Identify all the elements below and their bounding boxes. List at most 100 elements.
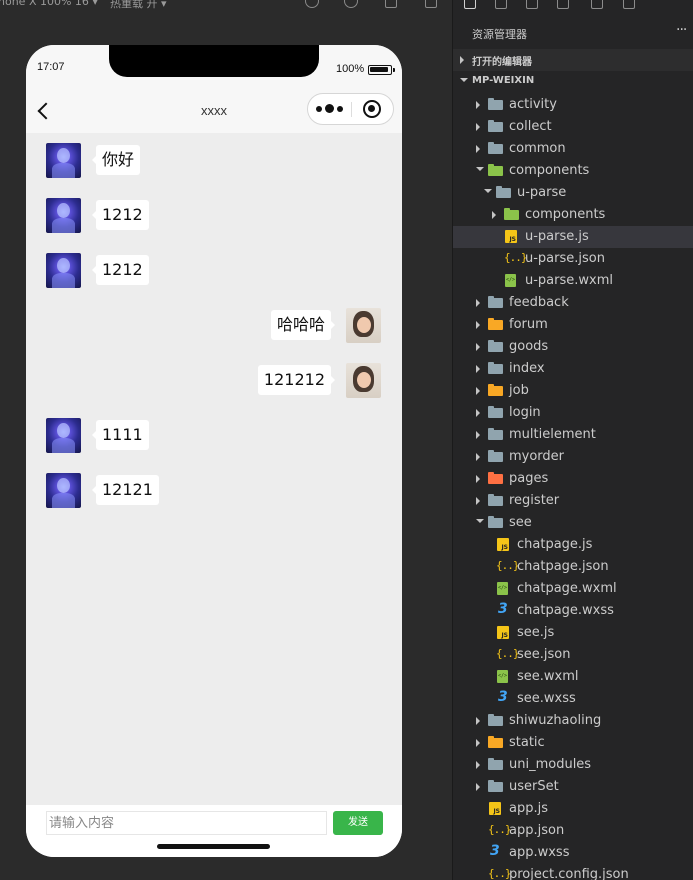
refresh-icon[interactable]	[305, 0, 319, 8]
chevron-right-icon[interactable]	[476, 299, 480, 307]
friend-avatar[interactable]	[46, 418, 81, 453]
message-bubble[interactable]: 12121	[92, 475, 159, 505]
tree-folder[interactable]: uni_modules	[453, 754, 693, 776]
chat-message-list[interactable]: 你好 1212 1212 哈哈哈 121212 1111 12121	[26, 133, 402, 805]
cloud-icon[interactable]	[623, 0, 635, 9]
chevron-right-icon[interactable]	[492, 211, 496, 219]
tree-file[interactable]: app.wxss	[453, 842, 693, 864]
tree-file[interactable]: u-parse.wxml	[453, 270, 693, 292]
tree-file[interactable]: see.js	[453, 622, 693, 644]
chevron-right-icon[interactable]	[476, 365, 480, 373]
hot-reload-toggle[interactable]: 热重载 开 ▾	[110, 0, 167, 11]
chevron-right-icon[interactable]	[476, 321, 480, 329]
tree-file[interactable]: app.js	[453, 798, 693, 820]
message-bubble[interactable]: 121212	[257, 365, 336, 395]
my-avatar[interactable]	[346, 308, 381, 343]
friend-avatar[interactable]	[46, 473, 81, 508]
tree-folder[interactable]: components	[453, 160, 693, 182]
tree-file[interactable]: chatpage.wxml	[453, 578, 693, 600]
phone-frame: 17:07 100% xxxx 你好 1212 1212 哈哈哈 121212 1111 1…	[26, 45, 402, 857]
phone-notch	[109, 45, 319, 77]
folder-icon	[504, 208, 519, 221]
tree-folder[interactable]: index	[453, 358, 693, 380]
folder-icon	[488, 340, 503, 353]
tree-folder[interactable]: feedback	[453, 292, 693, 314]
chevron-right-icon[interactable]	[476, 739, 480, 747]
tree-folder[interactable]: myorder	[453, 446, 693, 468]
more-actions-icon[interactable]: ···	[676, 22, 687, 38]
tree-file[interactable]: u-parse.json	[453, 248, 693, 270]
tree-folder[interactable]: static	[453, 732, 693, 754]
tree-folder[interactable]: pages	[453, 468, 693, 490]
tree-folder[interactable]: common	[453, 138, 693, 160]
tree-file[interactable]: see.wxss	[453, 688, 693, 710]
more-dots-icon[interactable]	[316, 103, 346, 115]
friend-avatar[interactable]	[46, 143, 81, 178]
section-open-editors[interactable]: 打开的编辑器	[453, 49, 693, 71]
tree-item-label: chatpage.js	[517, 537, 593, 552]
message-bubble[interactable]: 1111	[92, 420, 149, 450]
tree-folder[interactable]: collect	[453, 116, 693, 138]
tree-file[interactable]: u-parse.js	[453, 226, 693, 248]
chevron-down-icon[interactable]	[476, 167, 484, 171]
chevron-right-icon[interactable]	[476, 783, 480, 791]
chevron-right-icon[interactable]	[476, 387, 480, 395]
tree-folder[interactable]: job	[453, 380, 693, 402]
chevron-right-icon[interactable]	[476, 453, 480, 461]
chevron-right-icon[interactable]	[476, 717, 480, 725]
explorer-files-icon[interactable]	[464, 0, 476, 9]
chevron-right-icon[interactable]	[476, 409, 480, 417]
extensions-icon[interactable]	[557, 0, 569, 9]
stop-icon[interactable]	[344, 0, 358, 8]
tree-folder[interactable]: goods	[453, 336, 693, 358]
chevron-right-icon[interactable]	[476, 343, 480, 351]
chevron-down-icon[interactable]	[476, 519, 484, 523]
tree-folder[interactable]: login	[453, 402, 693, 424]
section-project[interactable]: MP-WEIXIN	[453, 71, 693, 93]
close-miniprogram-icon[interactable]	[363, 100, 381, 118]
tree-file[interactable]: chatpage.wxss	[453, 600, 693, 622]
tree-file[interactable]: chatpage.json	[453, 556, 693, 578]
chevron-right-icon[interactable]	[476, 101, 480, 109]
message-bubble[interactable]: 你好	[91, 145, 141, 175]
folder-icon	[488, 472, 503, 485]
chevron-right-icon[interactable]	[476, 431, 480, 439]
tree-folder[interactable]: userSet	[453, 776, 693, 798]
friend-avatar[interactable]	[46, 198, 81, 233]
source-control-icon[interactable]	[526, 0, 538, 9]
tree-folder[interactable]: components	[453, 204, 693, 226]
tree-file[interactable]: app.json	[453, 820, 693, 842]
tree-folder[interactable]: see	[453, 512, 693, 534]
tree-folder[interactable]: multielement	[453, 424, 693, 446]
tree-folder[interactable]: activity	[453, 94, 693, 116]
message-bubble[interactable]: 哈哈哈	[270, 310, 336, 340]
message-bubble[interactable]: 1212	[92, 255, 149, 285]
chevron-right-icon[interactable]	[476, 475, 480, 483]
tree-item-label: u-parse.wxml	[525, 273, 613, 288]
tree-file[interactable]: project.config.json	[453, 864, 693, 880]
tree-file[interactable]: see.json	[453, 644, 693, 666]
chevron-right-icon[interactable]	[476, 145, 480, 153]
tree-folder[interactable]: shiwuzhaoling	[453, 710, 693, 732]
device-selector[interactable]: hone X 100% 16 ▾	[0, 0, 98, 8]
tree-file[interactable]: see.wxml	[453, 666, 693, 688]
tree-folder[interactable]: register	[453, 490, 693, 512]
tree-folder[interactable]: u-parse	[453, 182, 693, 204]
tree-folder[interactable]: forum	[453, 314, 693, 336]
phone-icon[interactable]	[385, 0, 397, 8]
chevron-right-icon[interactable]	[476, 123, 480, 131]
window-icon[interactable]	[425, 0, 437, 8]
search-icon[interactable]	[495, 0, 507, 9]
my-avatar[interactable]	[346, 363, 381, 398]
tree-file[interactable]: chatpage.js	[453, 534, 693, 556]
folder-icon	[488, 736, 503, 749]
friend-avatar[interactable]	[46, 253, 81, 288]
js-file-icon	[497, 626, 509, 639]
message-bubble[interactable]: 1212	[92, 200, 149, 230]
chevron-right-icon[interactable]	[476, 761, 480, 769]
message-input[interactable]	[46, 811, 327, 835]
send-button[interactable]: 发送	[333, 811, 383, 835]
save-icon[interactable]	[591, 0, 603, 9]
chevron-down-icon[interactable]	[484, 189, 492, 193]
chevron-right-icon[interactable]	[476, 497, 480, 505]
